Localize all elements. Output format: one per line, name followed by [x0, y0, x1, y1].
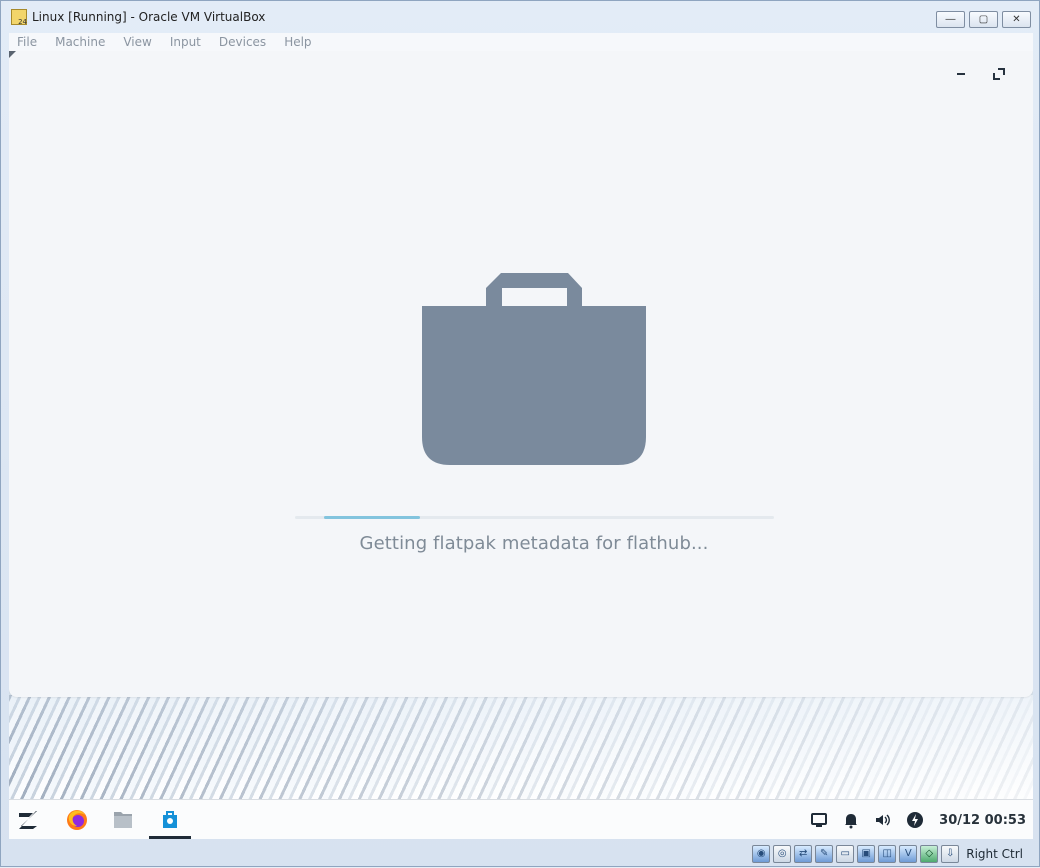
- firefox-icon[interactable]: [65, 800, 89, 839]
- window-minimize-button[interactable]: —: [936, 11, 965, 28]
- menu-file[interactable]: File: [17, 35, 37, 49]
- usb-icon[interactable]: ✎: [815, 844, 834, 863]
- loading-progress-track: [295, 516, 774, 519]
- menu-machine[interactable]: Machine: [55, 35, 105, 49]
- files-icon[interactable]: [111, 800, 135, 839]
- keyboard-capture-icon[interactable]: ⇩: [941, 844, 960, 863]
- shopping-bag-icon: [422, 255, 646, 465]
- host-key-label: Right Ctrl: [966, 846, 1023, 861]
- notification-bell-icon[interactable]: [835, 800, 867, 839]
- display-icon[interactable]: [803, 800, 835, 839]
- window-controls: — ▢ ✕: [936, 11, 1031, 28]
- software-icon[interactable]: [158, 800, 182, 839]
- window-titlebar[interactable]: Linux [Running] - Oracle VM VirtualBox —…: [1, 1, 1039, 33]
- display-icon[interactable]: ▣: [857, 844, 876, 863]
- virtualbox-menubar: File Machine View Input Devices Help: [9, 33, 1033, 51]
- guest-additions-icon[interactable]: ◇: [920, 844, 939, 863]
- mountain-wallpaper: [9, 695, 1033, 801]
- optical-drive-icon[interactable]: ◎: [773, 844, 792, 863]
- video-capture-icon[interactable]: ◫: [878, 844, 897, 863]
- volume-icon[interactable]: [867, 800, 899, 839]
- virtualization-icon[interactable]: V: [899, 844, 918, 863]
- menu-view[interactable]: View: [123, 35, 151, 49]
- power-icon[interactable]: [899, 800, 931, 839]
- window-restore-button[interactable]: ▢: [969, 11, 998, 28]
- system-tray: 30/12 00:53: [803, 800, 1033, 839]
- menu-help[interactable]: Help: [284, 35, 311, 49]
- zorin-taskbar: 30/12 00:53: [9, 799, 1033, 839]
- menu-input[interactable]: Input: [170, 35, 201, 49]
- loading-progress-fill: [324, 516, 420, 519]
- taskbar-clock[interactable]: 30/12 00:53: [939, 813, 1026, 828]
- menu-devices[interactable]: Devices: [219, 35, 266, 49]
- minimize-icon[interactable]: [956, 70, 966, 78]
- virtualbox-window: Linux [Running] - Oracle VM VirtualBox —…: [0, 0, 1040, 867]
- virtualbox-statusbar: ◉ ◎ ⇄ ✎ ▭ ▣ ◫ V ◇ ⇩ Right Ctrl: [1, 839, 1040, 868]
- guest-desktop[interactable]: Getting flatpak metadata for flathub...: [9, 51, 1033, 839]
- hard-disk-icon[interactable]: ◉: [752, 844, 771, 863]
- window-close-button[interactable]: ✕: [1002, 11, 1031, 28]
- zorin-menu-icon[interactable]: [15, 800, 43, 839]
- vm-corner-indicator: [9, 51, 16, 58]
- virtualbox-app-icon: [11, 9, 27, 26]
- network-icon[interactable]: ⇄: [794, 844, 813, 863]
- shared-folders-icon[interactable]: ▭: [836, 844, 855, 863]
- maximize-icon[interactable]: [993, 68, 1005, 80]
- window-title: Linux [Running] - Oracle VM VirtualBox: [32, 10, 266, 24]
- loading-status-text: Getting flatpak metadata for flathub...: [359, 533, 709, 554]
- software-app-window: Getting flatpak metadata for flathub...: [9, 51, 1033, 697]
